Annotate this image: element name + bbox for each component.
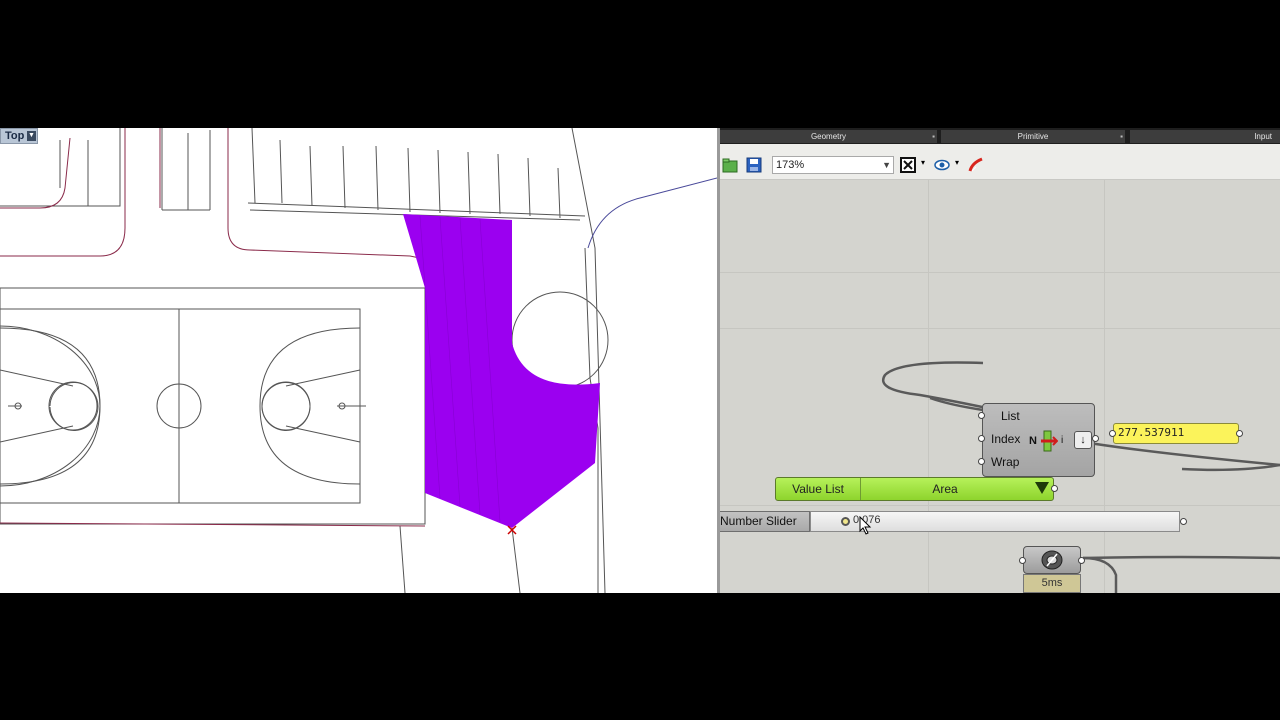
tab-geometry-label: Geometry	[810, 132, 847, 141]
zoom-value: 173%	[776, 159, 805, 171]
output-i-label: i	[1061, 435, 1064, 446]
index-flag-text: N	[1029, 434, 1037, 447]
number-slider-component[interactable]: Number Slider 0.076	[720, 511, 1187, 532]
slider-grip[interactable]	[841, 517, 850, 526]
area-fill	[403, 214, 600, 528]
input-port[interactable]	[1019, 557, 1026, 564]
value-list-component[interactable]: Value List Area	[775, 477, 1058, 501]
expand-icon[interactable]: ▪	[1120, 130, 1123, 143]
output-port[interactable]	[1092, 435, 1099, 442]
grasshopper-window: Geometry ▪ Primitive ▪ Input 173% ▼ ▾ ▾ …	[720, 128, 1280, 593]
list-item-icon: N	[1029, 430, 1059, 452]
canvas-toolbar: 173% ▼ ▾ ▾	[720, 144, 1280, 180]
input-port[interactable]	[1109, 430, 1116, 437]
input-wrap-label: Wrap	[991, 455, 1020, 469]
list-item-component[interactable]: List Index Wrap N i ↓	[978, 403, 1099, 477]
tab-input[interactable]: Input	[1130, 130, 1280, 143]
input-port[interactable]	[978, 412, 985, 419]
viewport-drawing	[0, 128, 717, 593]
tab-primitive[interactable]: Primitive ▪	[941, 130, 1125, 143]
tab-input-label: Input	[1254, 132, 1272, 141]
timer-label: 5ms	[1023, 574, 1081, 593]
panel-component[interactable]: 277.537911	[1109, 423, 1243, 444]
sketch-pen-icon[interactable]	[968, 157, 984, 173]
panel-value: 277.537911	[1118, 426, 1185, 439]
viewport-label-text: Top	[5, 130, 25, 142]
mouse-cursor-icon	[859, 516, 872, 535]
input-port[interactable]	[978, 435, 985, 442]
output-port[interactable]	[1051, 485, 1058, 492]
rhino-top-viewport[interactable]: Top ▼	[0, 128, 717, 593]
list-item-graphic-icon	[1041, 430, 1059, 452]
zoom-select[interactable]: 173% ▼	[772, 156, 894, 174]
chevron-down-icon: ▼	[882, 160, 891, 170]
arrow-down-icon[interactable]: ↓	[1074, 431, 1092, 449]
output-port[interactable]	[1236, 430, 1243, 437]
component-tab-bar: Geometry ▪ Primitive ▪ Input	[720, 128, 1280, 144]
grasshopper-canvas[interactable]: List Index Wrap N i ↓ 277.537911 Value L…	[720, 180, 1280, 593]
tab-primitive-label: Primitive	[1017, 132, 1049, 141]
timer-component[interactable]: 5ms	[1019, 546, 1085, 593]
output-port[interactable]	[1180, 518, 1187, 525]
chevron-down-icon[interactable]: ▾	[955, 158, 959, 167]
timer-body[interactable]	[1019, 546, 1085, 574]
value-list-selected[interactable]: Area	[860, 478, 1030, 500]
viewport-label[interactable]: Top ▼	[0, 128, 38, 144]
timer-icon	[1041, 550, 1063, 570]
tab-geometry[interactable]: Geometry ▪	[720, 130, 937, 143]
save-icon[interactable]	[746, 157, 762, 173]
output-port[interactable]	[1078, 557, 1085, 564]
number-slider-label: Number Slider	[720, 511, 810, 532]
open-icon[interactable]	[722, 157, 738, 173]
value-list-label: Value List	[776, 478, 861, 500]
chevron-down-icon[interactable]: ▼	[27, 131, 36, 141]
zoom-extents-icon[interactable]	[900, 157, 916, 173]
input-list-label: List	[1001, 409, 1020, 423]
chevron-down-icon[interactable]: ▾	[921, 158, 925, 167]
preview-eye-icon[interactable]	[934, 157, 950, 173]
dropdown-triangle-icon[interactable]	[1035, 482, 1049, 494]
expand-icon[interactable]: ▪	[932, 130, 935, 143]
input-port[interactable]	[978, 458, 985, 465]
input-index-label: Index	[991, 432, 1021, 446]
